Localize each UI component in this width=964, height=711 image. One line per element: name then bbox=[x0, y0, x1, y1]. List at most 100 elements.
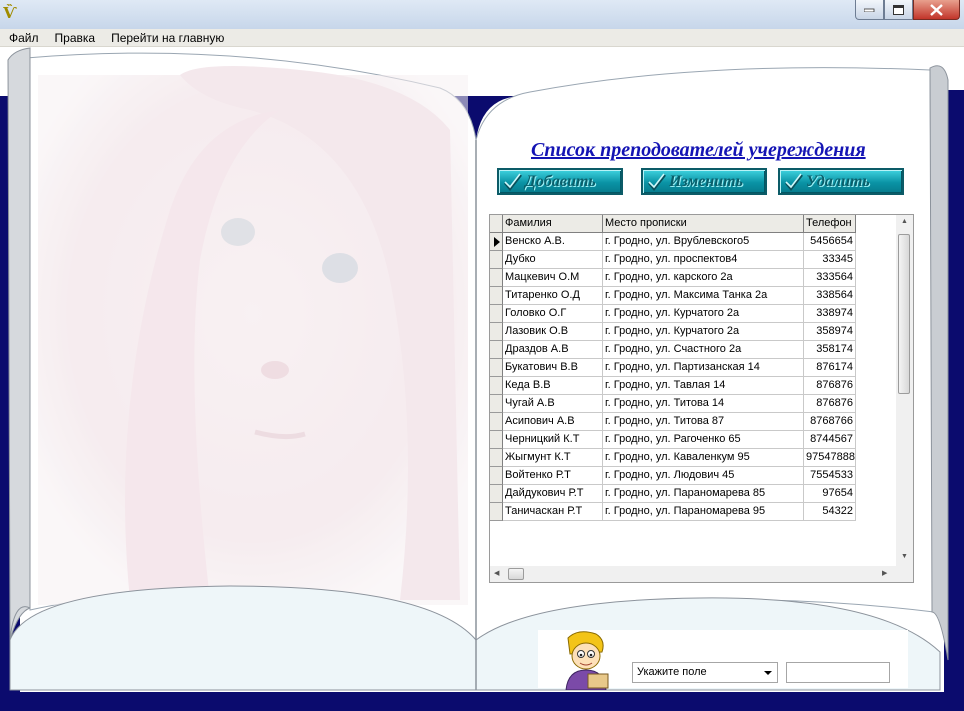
cell-address[interactable]: г. Гродно, ул. Параномарева 95 bbox=[603, 503, 804, 521]
delete-button[interactable]: Удалить bbox=[778, 168, 904, 195]
cell-address[interactable]: г. Гродно, ул. Тавлая 14 bbox=[603, 377, 804, 395]
table-row[interactable]: Асипович А.В г. Гродно, ул. Титова 87 8768… bbox=[490, 413, 856, 431]
cell-surname[interactable]: Букатович В.В bbox=[503, 359, 603, 377]
cell-phone[interactable]: 338974 bbox=[804, 305, 856, 323]
cell-address[interactable]: г. Гродно, ул. Счастного 2а bbox=[603, 341, 804, 359]
menu-file[interactable]: Файл bbox=[0, 29, 46, 46]
row-indicator[interactable] bbox=[490, 269, 503, 287]
cell-surname[interactable]: Жыгмунт К.Т bbox=[503, 449, 603, 467]
row-indicator[interactable] bbox=[490, 287, 503, 305]
minimize-button[interactable] bbox=[855, 0, 884, 20]
row-indicator[interactable] bbox=[490, 431, 503, 449]
row-indicator[interactable] bbox=[490, 467, 503, 485]
row-indicator[interactable] bbox=[490, 359, 503, 377]
column-header-phone[interactable]: Телефон bbox=[804, 215, 856, 233]
cell-surname[interactable]: Дайдукович Р.Т bbox=[503, 485, 603, 503]
row-indicator[interactable] bbox=[490, 449, 503, 467]
vertical-scroll-thumb[interactable] bbox=[898, 234, 910, 394]
cell-address[interactable]: г. Гродно, ул. карского 2а bbox=[603, 269, 804, 287]
cell-address[interactable]: г. Гродно, ул. Титова 87 bbox=[603, 413, 804, 431]
cell-phone[interactable]: 358974 bbox=[804, 323, 856, 341]
chevron-down-icon[interactable] bbox=[761, 666, 775, 679]
cell-address[interactable]: г. Гродно, ул. Курчатого 2а bbox=[603, 323, 804, 341]
menu-go-home[interactable]: Перейти на главную bbox=[102, 29, 231, 46]
cell-surname[interactable]: Дубко bbox=[503, 251, 603, 269]
window-titlebar[interactable]: Ѷ bbox=[0, 0, 964, 29]
cell-address[interactable]: г. Гродно, ул. Титова 14 bbox=[603, 395, 804, 413]
row-indicator[interactable] bbox=[490, 485, 503, 503]
field-select[interactable]: Укажите поле bbox=[632, 662, 778, 683]
cell-phone[interactable]: 876876 bbox=[804, 377, 856, 395]
scroll-up-icon[interactable]: ▲ bbox=[901, 218, 908, 225]
close-button[interactable] bbox=[913, 0, 960, 20]
cell-surname[interactable]: Титаренко О.Д bbox=[503, 287, 603, 305]
vertical-scrollbar[interactable]: ▲ ▼ bbox=[896, 215, 913, 567]
cell-surname[interactable]: Чугай А.В bbox=[503, 395, 603, 413]
table-row[interactable]: Кеда В.В г. Гродно, ул. Тавлая 14 876876 bbox=[490, 377, 856, 395]
cell-phone[interactable]: 876174 bbox=[804, 359, 856, 377]
row-indicator[interactable] bbox=[490, 305, 503, 323]
maximize-button[interactable] bbox=[884, 0, 913, 20]
cell-surname[interactable]: Мацкевич О.М bbox=[503, 269, 603, 287]
cell-phone[interactable]: 8744567 bbox=[804, 431, 856, 449]
search-input[interactable] bbox=[786, 662, 890, 683]
row-indicator[interactable] bbox=[490, 341, 503, 359]
table-row[interactable]: Дубко г. Гродно, ул. проспектов4 33345 bbox=[490, 251, 856, 269]
cell-address[interactable]: г. Гродно, ул. проспектов4 bbox=[603, 251, 804, 269]
cell-surname[interactable]: Асипович А.В bbox=[503, 413, 603, 431]
cell-phone[interactable]: 7554533 bbox=[804, 467, 856, 485]
table-row[interactable]: Лазовик О.В г. Гродно, ул. Курчатого 2а 35… bbox=[490, 323, 856, 341]
cell-phone[interactable]: 8768766 bbox=[804, 413, 856, 431]
table-row[interactable]: Титаренко О.Д г. Гродно, ул. Максима Танк… bbox=[490, 287, 856, 305]
cell-surname[interactable]: Войтенко Р.Т bbox=[503, 467, 603, 485]
cell-address[interactable]: г. Гродно, ул. Рагоченко 65 bbox=[603, 431, 804, 449]
row-indicator[interactable] bbox=[490, 395, 503, 413]
cell-phone[interactable]: 54322 bbox=[804, 503, 856, 521]
table-row[interactable]: Черницкий К.Т г. Гродно, ул. Рагоченко 65… bbox=[490, 431, 856, 449]
cell-surname[interactable]: Венско А.В. bbox=[503, 233, 603, 251]
table-row[interactable]: Букатович В.В г. Гродно, ул. Партизанская… bbox=[490, 359, 856, 377]
horizontal-scrollbar[interactable]: ◀ ▶ bbox=[490, 566, 913, 582]
column-header-surname[interactable]: Фамилия bbox=[503, 215, 603, 233]
cell-address[interactable]: г. Гродно, ул. Людович 45 bbox=[603, 467, 804, 485]
edit-button[interactable]: Изменить bbox=[641, 168, 767, 195]
row-indicator[interactable] bbox=[490, 251, 503, 269]
menu-edit[interactable]: Правка bbox=[46, 29, 103, 46]
cell-phone[interactable]: 338564 bbox=[804, 287, 856, 305]
table-row[interactable]: Дайдукович Р.Т г. Гродно, ул. Параномарев… bbox=[490, 485, 856, 503]
column-header-address[interactable]: Место прописки bbox=[603, 215, 804, 233]
add-button[interactable]: Добавить bbox=[497, 168, 623, 195]
row-indicator[interactable] bbox=[490, 377, 503, 395]
table-row[interactable]: Венско А.В. г. Гродно, ул. Врублевского5 5… bbox=[490, 233, 856, 251]
table-row[interactable]: Жыгмунт К.Т г. Гродно, ул. Каваленкум 95 9… bbox=[490, 449, 856, 467]
table-row[interactable]: Войтенко Р.Т г. Гродно, ул. Людович 45 755… bbox=[490, 467, 856, 485]
row-indicator[interactable] bbox=[490, 323, 503, 341]
table-row[interactable]: Драздов А.В г. Гродно, ул. Счастного 2а 35… bbox=[490, 341, 856, 359]
cell-surname[interactable]: Кеда В.В bbox=[503, 377, 603, 395]
table-row[interactable]: Головко О.Г г. Гродно, ул. Курчатого 2а 33… bbox=[490, 305, 856, 323]
cell-address[interactable]: г. Гродно, ул. Курчатого 2а bbox=[603, 305, 804, 323]
table-row[interactable]: Мацкевич О.М г. Гродно, ул. карского 2а 33… bbox=[490, 269, 856, 287]
cell-surname[interactable]: Головко О.Г bbox=[503, 305, 603, 323]
cell-phone[interactable]: 876876 bbox=[804, 395, 856, 413]
cell-phone[interactable]: 5456654 bbox=[804, 233, 856, 251]
scroll-down-icon[interactable]: ▼ bbox=[901, 553, 908, 560]
cell-address[interactable]: г. Гродно, ул. Врублевского5 bbox=[603, 233, 804, 251]
cell-address[interactable]: г. Гродно, ул. Каваленкум 95 bbox=[603, 449, 804, 467]
scroll-left-icon[interactable]: ◀ bbox=[494, 569, 499, 577]
horizontal-scroll-thumb[interactable] bbox=[508, 568, 524, 580]
row-indicator[interactable] bbox=[490, 413, 503, 431]
teachers-grid[interactable]: Фамилия Место прописки Телефон Венско А.В. г… bbox=[489, 214, 914, 583]
cell-address[interactable]: г. Гродно, ул. Партизанская 14 bbox=[603, 359, 804, 377]
cell-phone[interactable]: 97547888 bbox=[804, 449, 856, 467]
cell-phone[interactable]: 97654 bbox=[804, 485, 856, 503]
cell-phone[interactable]: 358174 bbox=[804, 341, 856, 359]
cell-phone[interactable]: 333564 bbox=[804, 269, 856, 287]
cell-address[interactable]: г. Гродно, ул. Максима Танка 2а bbox=[603, 287, 804, 305]
cell-surname[interactable]: Лазовик О.В bbox=[503, 323, 603, 341]
cell-surname[interactable]: Черницкий К.Т bbox=[503, 431, 603, 449]
row-indicator[interactable] bbox=[490, 233, 503, 251]
cell-surname[interactable]: Драздов А.В bbox=[503, 341, 603, 359]
table-row[interactable]: Чугай А.В г. Гродно, ул. Титова 14 876876 bbox=[490, 395, 856, 413]
cell-address[interactable]: г. Гродно, ул. Параномарева 85 bbox=[603, 485, 804, 503]
